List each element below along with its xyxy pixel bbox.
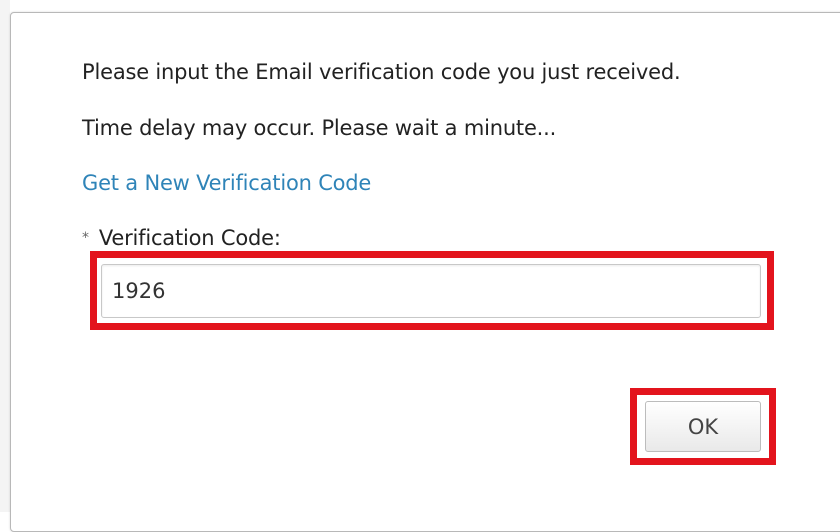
required-marker: * [82, 230, 89, 246]
background-edge [0, 0, 10, 512]
get-new-code-link[interactable]: Get a New Verification Code [82, 171, 371, 195]
verification-code-label: * Verification Code: [82, 226, 281, 250]
instruction-text: Please input the Email verification code… [82, 60, 681, 84]
delay-notice-text: Time delay may occur. Please wait a minu… [82, 116, 557, 140]
ok-button[interactable]: OK [645, 401, 761, 452]
verification-code-label-text: Verification Code: [98, 226, 281, 250]
verification-code-input[interactable] [101, 264, 761, 318]
